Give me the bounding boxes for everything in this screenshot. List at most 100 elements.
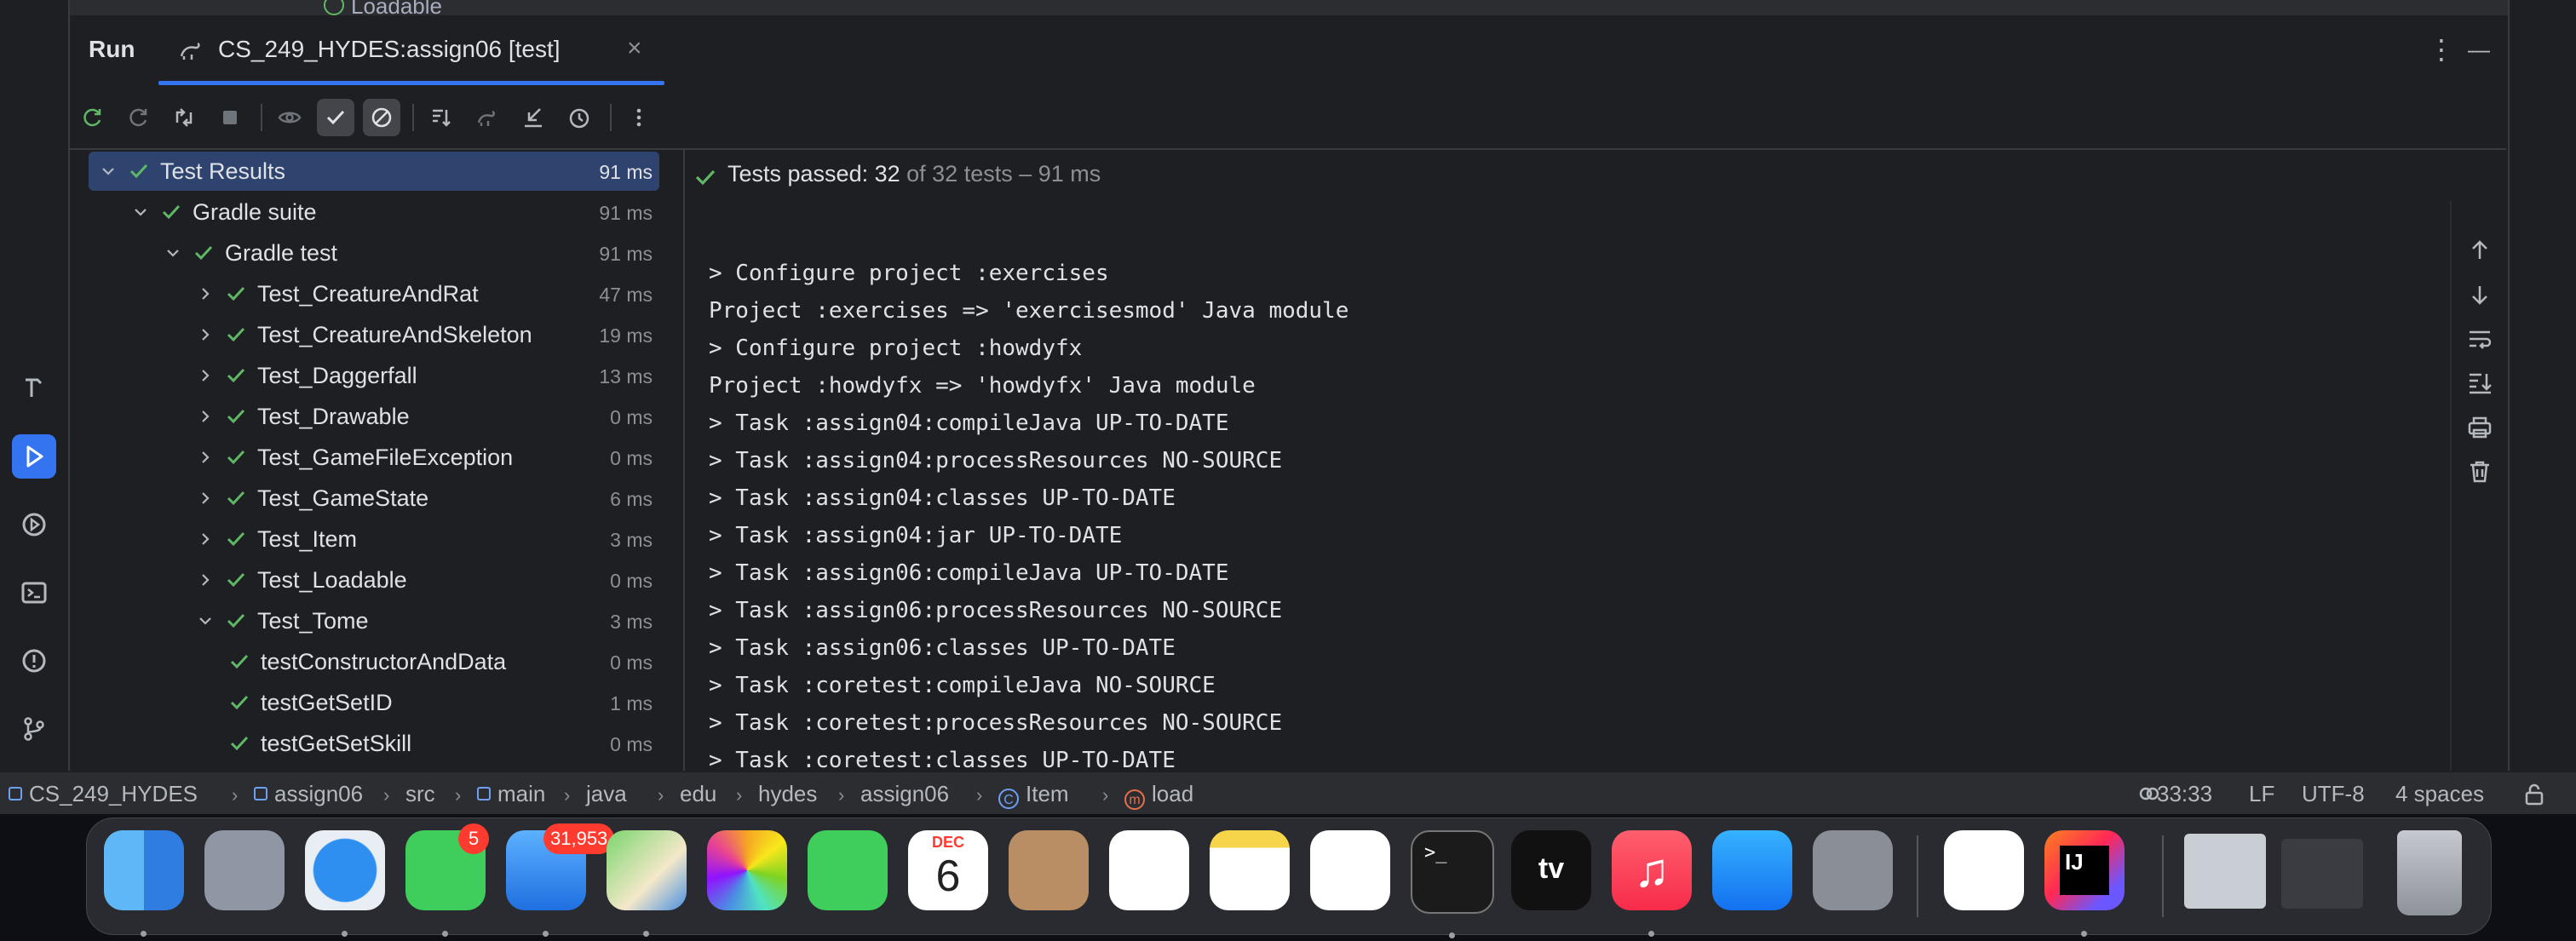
build-hammer-icon[interactable] xyxy=(12,366,56,410)
chevron-right-icon[interactable] xyxy=(198,531,213,547)
minimize-icon[interactable]: — xyxy=(2462,32,2496,66)
tree-row[interactable]: Test_Daggerfall 13 ms xyxy=(89,356,659,395)
breadcrumb-item[interactable]: CS_249_HYDES xyxy=(9,781,198,807)
textedit-icon[interactable] xyxy=(1944,830,2024,910)
print-icon[interactable] xyxy=(2466,414,2493,441)
tree-row[interactable]: Test_Drawable 0 ms xyxy=(89,397,659,436)
breadcrumb-item[interactable]: C Item xyxy=(998,781,1069,809)
show-passed-eye-icon[interactable] xyxy=(271,99,308,136)
safari-icon[interactable] xyxy=(305,830,385,937)
git-icon[interactable] xyxy=(12,707,56,751)
tree-row[interactable]: Test Results 91 ms xyxy=(89,152,659,191)
chevron-right-icon[interactable] xyxy=(198,327,213,342)
collapse-icon[interactable] xyxy=(515,99,552,136)
tree-row[interactable]: Test_CreatureAndSkeleton 19 ms xyxy=(89,315,659,354)
chevron-right-icon[interactable] xyxy=(198,409,213,424)
run-icon[interactable] xyxy=(12,434,56,479)
breadcrumb-item[interactable]: hydes xyxy=(758,781,817,807)
soft-wrap-icon[interactable] xyxy=(2466,325,2493,353)
rerun-icon[interactable] xyxy=(73,99,111,136)
indent-setting[interactable]: 4 spaces xyxy=(2395,781,2484,807)
freeform-icon[interactable] xyxy=(1310,830,1390,910)
show-passed-check-icon[interactable] xyxy=(317,99,354,136)
tree-row[interactable]: Gradle suite 91 ms xyxy=(89,192,659,232)
chevron-right-icon[interactable] xyxy=(198,491,213,506)
console-output[interactable]: > Configure project :exercises Project :e… xyxy=(685,201,2450,771)
breadcrumb-item[interactable]: assign06 xyxy=(254,781,363,807)
mail-icon[interactable]: 31,953 xyxy=(506,823,615,937)
reminders-icon[interactable] xyxy=(1109,830,1189,910)
tree-row[interactable]: Gradle test 91 ms xyxy=(89,233,659,273)
messages-icon[interactable]: 5 xyxy=(405,823,489,937)
breadcrumb-item[interactable]: java xyxy=(586,781,627,807)
stop-icon[interactable] xyxy=(211,99,249,136)
arrow-up-icon[interactable] xyxy=(2466,237,2493,264)
breadcrumb-item[interactable]: src xyxy=(405,781,435,807)
app-store-icon[interactable] xyxy=(1712,830,1792,910)
rerun-failed-icon[interactable] xyxy=(119,99,157,136)
chevron-down-icon[interactable] xyxy=(133,204,148,220)
run-configuration-tab[interactable]: CS_249_HYDES:assign06 [test] × xyxy=(158,17,664,85)
apple-tv-icon[interactable]: tv xyxy=(1511,830,1591,910)
tree-row[interactable]: Test_GameState 6 ms xyxy=(89,479,659,518)
chevron-right-icon[interactable] xyxy=(198,572,213,588)
history-icon[interactable] xyxy=(561,99,598,136)
tree-row[interactable]: testConstructorAndData 0 ms xyxy=(89,642,659,681)
show-ignored-icon[interactable] xyxy=(363,99,400,136)
intellij-idea-icon[interactable]: IJ xyxy=(2044,830,2125,937)
close-tab-icon[interactable]: × xyxy=(627,34,642,63)
photos-icon[interactable] xyxy=(707,830,787,910)
tree-row[interactable]: testGetSetSkill 0 ms xyxy=(89,724,659,763)
launchpad-icon[interactable] xyxy=(204,830,285,910)
chevron-down-icon[interactable] xyxy=(101,164,116,179)
problems-icon[interactable] xyxy=(12,639,56,683)
chevron-down-icon[interactable] xyxy=(198,613,213,628)
scroll-to-end-icon[interactable] xyxy=(2466,370,2493,397)
breadcrumb-separator-icon: › xyxy=(383,784,390,806)
trash-icon[interactable] xyxy=(2397,830,2462,915)
console-line: > Task :assign04:processResources NO-SOU… xyxy=(709,448,1283,473)
tree-row[interactable]: Test_Loadable 0 ms xyxy=(89,560,659,600)
finder-icon[interactable] xyxy=(104,830,184,937)
more-options-icon[interactable]: ⋮ xyxy=(2424,32,2458,66)
tree-row[interactable]: Test_GameFileException 0 ms xyxy=(89,438,659,477)
console-side-toolbar xyxy=(2450,201,2508,771)
breadcrumb-item[interactable]: assign06 xyxy=(860,781,949,807)
downloads-stack-icon[interactable] xyxy=(2184,834,2266,909)
clear-all-icon[interactable] xyxy=(2466,458,2493,485)
caret-position[interactable]: 33:33 xyxy=(2157,781,2212,807)
module-folder-icon xyxy=(254,787,267,800)
screenshots-stack-icon[interactable] xyxy=(2281,839,2363,909)
facetime-icon[interactable] xyxy=(808,830,888,910)
dock-separator xyxy=(1917,835,1918,917)
tree-row[interactable]: Test_Item 3 ms xyxy=(89,519,659,559)
contacts-icon[interactable] xyxy=(1009,830,1089,910)
notes-icon[interactable] xyxy=(1210,830,1290,910)
terminal-app-icon[interactable]: >_ xyxy=(1411,830,1494,938)
terminal-icon[interactable] xyxy=(12,571,56,615)
arrow-down-icon[interactable] xyxy=(2466,281,2493,308)
chevron-down-icon[interactable] xyxy=(165,245,181,261)
calendar-icon[interactable]: DEC 6 xyxy=(908,830,988,910)
line-ending[interactable]: LF xyxy=(2249,781,2274,807)
chevron-right-icon[interactable] xyxy=(198,450,213,465)
chevron-right-icon[interactable] xyxy=(198,286,213,301)
chevron-right-icon[interactable] xyxy=(198,368,213,383)
tree-row[interactable]: Test_Tome 3 ms xyxy=(89,601,659,640)
breadcrumb-item[interactable]: edu xyxy=(680,781,716,807)
maps-icon[interactable] xyxy=(607,830,687,937)
file-encoding[interactable]: UTF-8 xyxy=(2302,781,2365,807)
tree-row[interactable]: Test_CreatureAndRat 47 ms xyxy=(89,274,659,313)
more-icon[interactable] xyxy=(620,99,658,136)
import-tests-icon[interactable] xyxy=(469,99,506,136)
breadcrumb-item[interactable]: main xyxy=(477,781,545,807)
system-settings-icon[interactable] xyxy=(1813,830,1893,910)
breadcrumb-item[interactable]: m load xyxy=(1124,781,1193,810)
toggle-auto-test-icon[interactable] xyxy=(165,99,203,136)
music-icon[interactable]: ♫ xyxy=(1612,830,1692,937)
running-indicator xyxy=(442,931,448,937)
services-icon[interactable] xyxy=(12,502,56,547)
tree-row[interactable]: testGetSetID 1 ms xyxy=(89,683,659,722)
sort-icon[interactable] xyxy=(423,99,460,136)
lock-icon[interactable] xyxy=(2523,783,2545,806)
